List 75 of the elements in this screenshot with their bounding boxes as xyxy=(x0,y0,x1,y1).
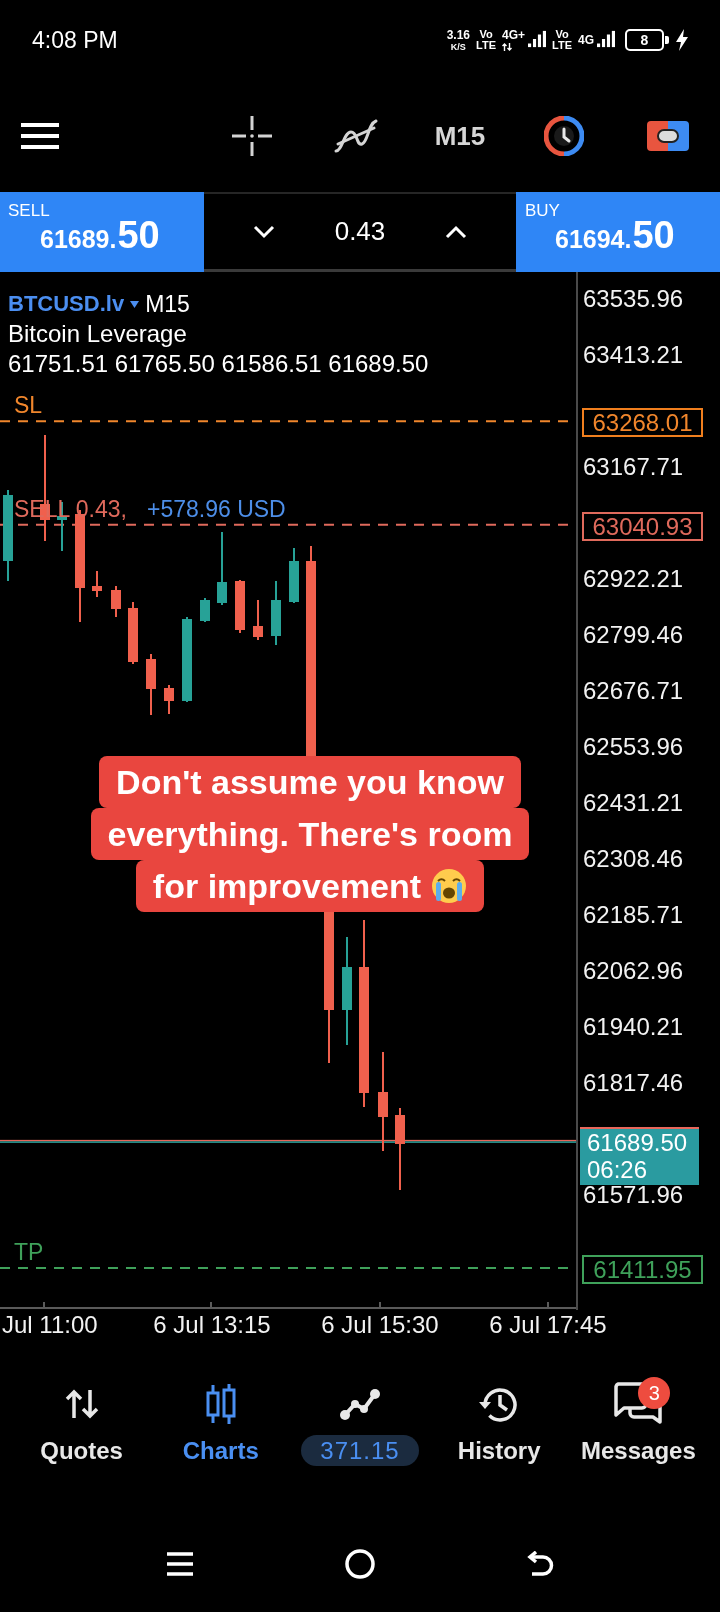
price-label: 63167.71 xyxy=(583,452,684,482)
chart-timeframe: M15 xyxy=(145,290,190,319)
symbol-name[interactable]: BTCUSD.lv xyxy=(8,289,125,319)
buy-button[interactable]: BUY 61694.50 xyxy=(516,192,720,272)
history-tab[interactable]: History xyxy=(429,1382,569,1466)
clock-icon[interactable] xyxy=(544,116,584,156)
time-label: 6 Jul 13:15 xyxy=(153,1310,271,1340)
trade-tab[interactable]: 371.15 xyxy=(290,1382,430,1466)
price-label: 62676.71 xyxy=(583,676,684,706)
indicator-icon[interactable] xyxy=(334,118,378,154)
candle xyxy=(271,581,281,645)
quotes-tab[interactable]: Quotes xyxy=(12,1382,152,1466)
time-label: 6 Jul 17:45 xyxy=(489,1310,607,1340)
caret-icon[interactable] xyxy=(130,300,140,308)
network-type: 4G xyxy=(578,33,594,47)
stop-loss-label: SL xyxy=(14,392,43,419)
take-profit-price: 61411.95 xyxy=(582,1255,703,1284)
price-label: 62799.46 xyxy=(583,620,684,650)
profit-text: +578.96 USD xyxy=(146,495,286,522)
unread-count: 3 xyxy=(638,1377,671,1409)
line-chart-icon xyxy=(339,1386,381,1421)
price-label: 62308.46 xyxy=(583,844,684,874)
caption-text: Don't assume you know xyxy=(116,762,504,802)
battery-indicator: 8 xyxy=(625,29,669,51)
candle xyxy=(111,586,121,617)
price-label: 62431.21 xyxy=(583,788,684,818)
chevron-down-icon[interactable] xyxy=(252,224,275,239)
volte-label: Vo xyxy=(555,29,569,40)
signal-bars-icon xyxy=(597,29,615,48)
price-label: 62185.71 xyxy=(583,900,684,930)
up-down-arrows-icon xyxy=(64,1389,99,1419)
charts-tab[interactable]: Charts xyxy=(151,1382,291,1466)
candle xyxy=(200,598,210,622)
symbol-description: Bitcoin Leverage xyxy=(8,319,188,349)
network-speed: 3.16 xyxy=(446,28,471,42)
price-label: 62922.21 xyxy=(583,564,684,594)
stop-loss-price: 63268.01 xyxy=(582,408,703,438)
price-label: 63413.21 xyxy=(583,340,684,370)
crosshair-icon[interactable] xyxy=(232,116,272,156)
signal-bars-icon xyxy=(528,29,546,48)
price-label: 62062.96 xyxy=(583,956,684,986)
volume-field[interactable]: 0.43 xyxy=(334,216,386,247)
caption-text: everything. There's room xyxy=(107,814,513,854)
price-label: 63535.96 xyxy=(583,284,684,314)
timeframe-button[interactable]: M15 xyxy=(434,120,486,152)
one-click-trading-icon[interactable] xyxy=(647,121,689,151)
chevron-up-icon[interactable] xyxy=(445,224,468,239)
volte-label: Vo xyxy=(479,29,493,40)
candle xyxy=(146,654,156,715)
ohlc-values: 61751.51 61765.50 61586.51 61689.50 xyxy=(8,349,429,379)
menu-icon[interactable] xyxy=(21,123,59,149)
current-price: 61689.50 xyxy=(587,1129,689,1157)
take-profit-label: TP xyxy=(14,1239,44,1265)
position-price: 63040.93 xyxy=(582,511,703,541)
sell-button[interactable]: SELL 61689.50 xyxy=(0,192,204,272)
candle xyxy=(164,685,174,714)
lte-label: LTE xyxy=(476,40,496,51)
caption-text: for improvement xyxy=(152,866,422,906)
time-label: 6 Jul 15:30 xyxy=(321,1310,439,1340)
candle xyxy=(235,580,245,633)
network-speed-unit: K/S xyxy=(450,41,466,52)
time-label: Jul 11:00 xyxy=(2,1310,98,1340)
home-icon[interactable] xyxy=(345,1549,375,1579)
recent-apps-icon[interactable] xyxy=(167,1551,193,1577)
candle xyxy=(128,602,138,664)
price-label: 62553.96 xyxy=(583,732,684,762)
lte-label: LTE xyxy=(552,40,572,51)
candle xyxy=(92,571,102,597)
candle xyxy=(253,600,263,640)
network-type: 4G+ xyxy=(502,29,525,42)
price-label: 61817.46 xyxy=(583,1068,684,1098)
back-icon[interactable] xyxy=(526,1551,554,1577)
candle xyxy=(289,548,299,603)
status-time: 4:08 PM xyxy=(32,26,118,54)
price-label: 61940.21 xyxy=(583,1012,684,1042)
